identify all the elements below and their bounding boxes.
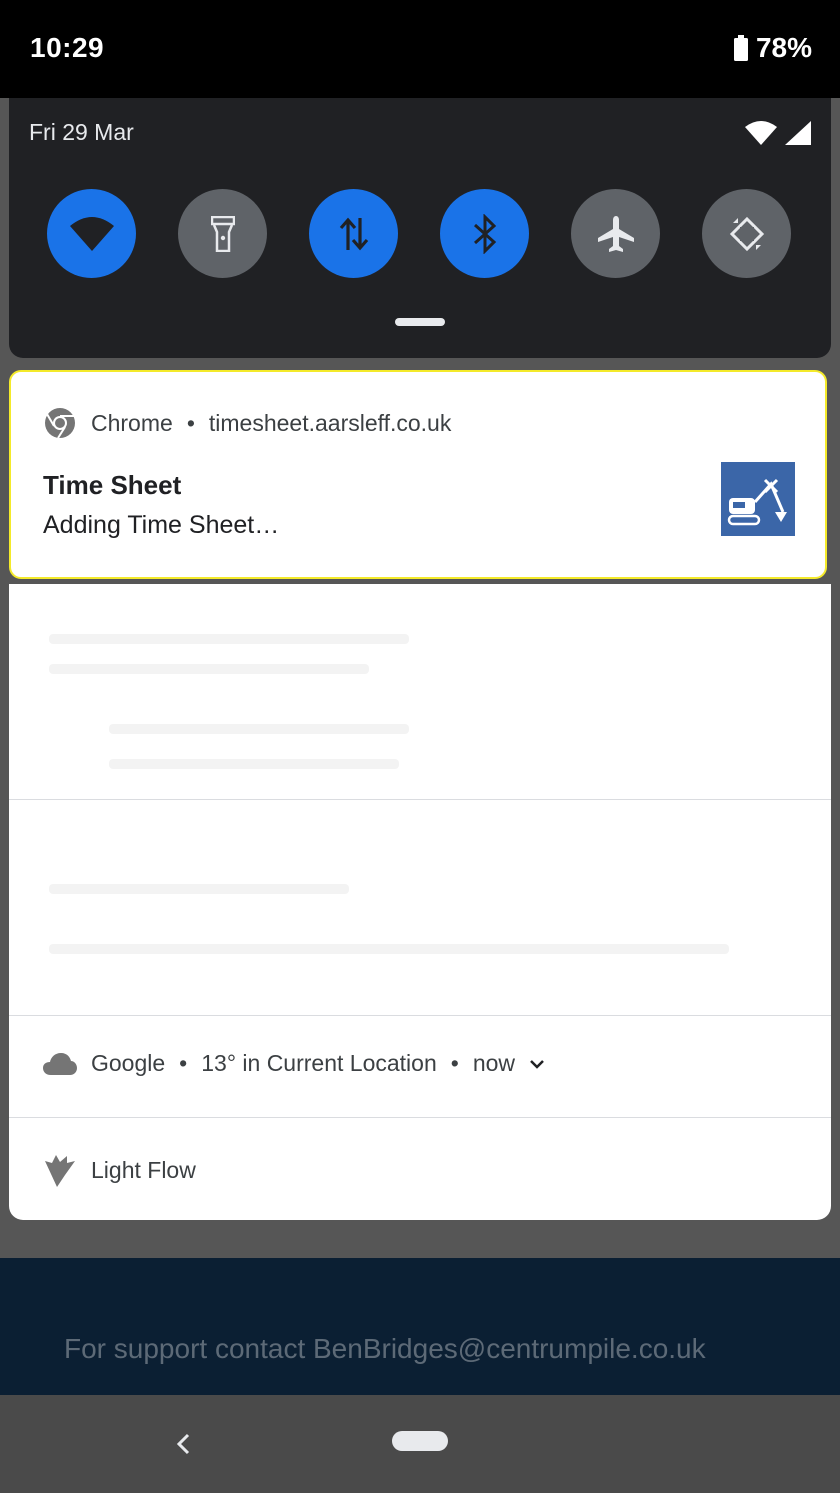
notification-title: Time Sheet xyxy=(43,470,182,500)
divider xyxy=(9,1015,831,1016)
separator: • xyxy=(179,1050,188,1076)
flashlight-icon xyxy=(210,215,235,252)
chrome-icon xyxy=(45,408,75,439)
timesheet-app-icon xyxy=(721,462,795,536)
weather-app: Google xyxy=(91,1050,166,1076)
tile-bluetooth[interactable] xyxy=(440,189,529,278)
expand-handle[interactable] xyxy=(395,318,445,326)
rotate-icon xyxy=(729,216,764,251)
ghost-text xyxy=(49,664,369,674)
notification-body: Adding Time Sheet… xyxy=(43,511,280,539)
status-bar: 10:29 78% xyxy=(0,0,840,98)
tile-wifi[interactable] xyxy=(47,189,136,278)
status-time: 10:29 xyxy=(30,32,105,63)
lightflow-notification[interactable]: Light Flow xyxy=(43,1153,196,1187)
quick-settings-date: Fri 29 Mar xyxy=(29,119,134,145)
ghost-text xyxy=(49,944,729,954)
background-support-text: For support contact BenBridges@centrumpi… xyxy=(64,1333,706,1364)
weather-text: 13° in Current Location xyxy=(201,1050,437,1076)
quick-settings-tiles xyxy=(47,189,791,278)
battery-percent: 78% xyxy=(755,32,812,63)
lightflow-app: Light Flow xyxy=(91,1156,196,1183)
ghost-text xyxy=(49,884,349,894)
background-footer xyxy=(0,1258,840,1395)
notification-source: timesheet.aarsleff.co.uk xyxy=(208,409,452,436)
chevron-down-icon[interactable] xyxy=(529,1059,545,1069)
divider xyxy=(9,1117,831,1118)
status-right: 78% xyxy=(733,32,812,64)
quick-settings-panel: Fri 29 Mar xyxy=(9,98,831,358)
notification-stack: Google • 13° in Current Location • now L… xyxy=(9,584,831,1220)
data-arrows-icon xyxy=(339,217,368,250)
tile-airplane-mode[interactable] xyxy=(571,189,660,278)
ghost-text xyxy=(49,634,409,644)
navigation-bar xyxy=(0,1395,840,1493)
cloud-icon xyxy=(43,1052,77,1075)
tile-auto-rotate[interactable] xyxy=(702,189,791,278)
notification-app: Chrome xyxy=(91,409,173,436)
weather-time: now xyxy=(472,1050,516,1076)
signal-indicators xyxy=(745,121,811,145)
separator: • xyxy=(450,1050,459,1076)
weather-notification[interactable]: Google • 13° in Current Location • now xyxy=(43,1050,545,1077)
light-flow-icon xyxy=(45,1155,75,1187)
cell-signal-icon xyxy=(785,121,811,145)
tile-mobile-data[interactable] xyxy=(309,189,398,278)
airplane-icon xyxy=(597,215,634,252)
wifi-signal-icon xyxy=(745,121,777,145)
home-button[interactable] xyxy=(392,1431,448,1451)
chrome-notification[interactable]: Chrome • timesheet.aarsleff.co.uk Time S… xyxy=(9,370,827,579)
ghost-text xyxy=(109,724,409,734)
bluetooth-icon xyxy=(473,213,496,254)
tile-flashlight[interactable] xyxy=(178,189,267,278)
back-icon[interactable] xyxy=(170,1425,198,1463)
battery-icon xyxy=(733,35,748,61)
notification-header: Chrome • timesheet.aarsleff.co.uk xyxy=(43,406,451,440)
separator: • xyxy=(186,409,195,436)
wifi-icon xyxy=(69,216,114,251)
ghost-text xyxy=(109,759,399,769)
divider xyxy=(9,799,831,800)
